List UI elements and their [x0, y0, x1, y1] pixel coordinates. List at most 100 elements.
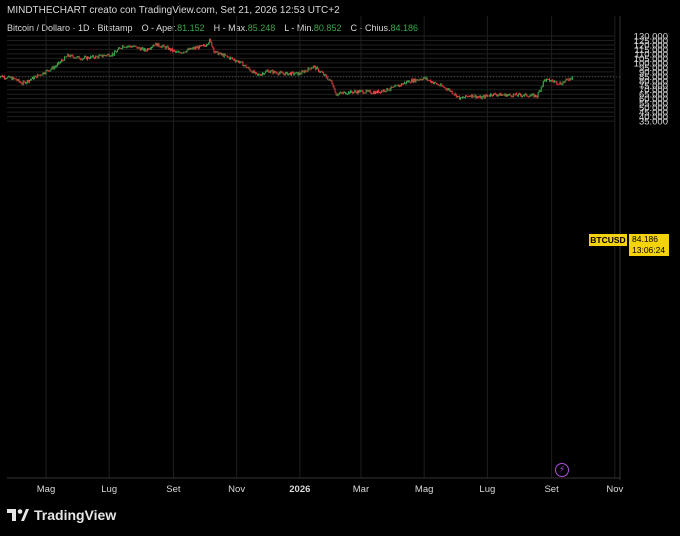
candle-body: [535, 95, 537, 97]
candle-body: [173, 50, 175, 52]
candle-body: [294, 73, 296, 75]
candle-body: [30, 78, 32, 80]
candle-body: [96, 56, 98, 57]
candle-body: [255, 72, 257, 74]
candle-body: [413, 78, 415, 83]
candle-body: [484, 95, 486, 98]
candle-body: [399, 84, 401, 86]
candle-body: [325, 74, 327, 76]
brand-name: TradingView: [34, 507, 117, 523]
candle-body: [353, 92, 355, 94]
candle-body: [302, 71, 304, 72]
candle-body: [315, 67, 317, 70]
candle-body: [470, 96, 472, 97]
candle-body: [304, 70, 306, 73]
candle-body: [367, 90, 369, 92]
candle-body: [285, 72, 287, 73]
candle-body: [428, 80, 430, 81]
candle-body: [521, 95, 523, 97]
candle-body: [286, 72, 288, 75]
candle-body: [476, 96, 478, 98]
candle-body: [425, 78, 427, 79]
tradingview-brand[interactable]: TradingView: [7, 507, 116, 523]
candle-body: [272, 70, 274, 74]
candle-body: [419, 79, 421, 81]
candle-body: [543, 79, 545, 82]
candle-body: [472, 94, 474, 98]
candle-body: [359, 90, 361, 93]
candle-body: [192, 47, 194, 49]
candle-body: [525, 93, 527, 95]
candle-body: [140, 48, 142, 51]
candle-body: [534, 95, 536, 98]
candle-body: [190, 48, 192, 50]
candle-body: [71, 54, 73, 56]
candle-body: [463, 97, 465, 99]
price-chart[interactable]: 130.000125.000120.000115.000110.000105.0…: [0, 0, 680, 536]
candle-body: [241, 61, 243, 63]
candle-body: [227, 56, 229, 58]
candle-body: [532, 94, 534, 95]
candle-body: [78, 56, 80, 59]
candle-body: [563, 81, 565, 83]
candle-body: [328, 79, 330, 81]
candle-body: [510, 95, 512, 97]
candle-body: [407, 81, 409, 83]
candle-body: [319, 71, 321, 73]
candle-body: [201, 45, 203, 47]
candle-body: [457, 95, 459, 97]
candle-body: [522, 95, 524, 97]
candle-body: [196, 46, 198, 49]
candle-body: [145, 50, 147, 52]
candle-body: [282, 73, 284, 75]
candle-body: [159, 46, 161, 48]
candle-body: [416, 79, 418, 81]
candle-body: [537, 92, 539, 97]
candle-body: [230, 57, 232, 59]
candle-body: [316, 67, 318, 69]
candle-body: [66, 56, 68, 58]
candle-body: [566, 78, 568, 80]
last-price: 84.186: [632, 234, 658, 244]
candle-body: [452, 93, 454, 95]
candle-body: [561, 84, 563, 86]
candle-body: [418, 79, 420, 81]
candle-body: [439, 85, 441, 87]
candle-body: [340, 92, 342, 94]
candle-body: [136, 46, 138, 49]
candle-body: [113, 51, 115, 55]
candle-body: [287, 73, 289, 75]
candle-body: [74, 57, 76, 59]
candle-body: [293, 72, 295, 75]
candle-body: [520, 93, 522, 96]
candle-body: [417, 79, 419, 81]
candle-body: [408, 80, 410, 83]
candle-body: [63, 60, 65, 62]
candle-body: [389, 89, 391, 91]
candle-body: [120, 47, 122, 49]
candle-body: [400, 83, 402, 86]
candle-body: [211, 41, 213, 47]
candle-body: [545, 79, 547, 82]
candle-body: [163, 45, 165, 47]
candle-body: [124, 47, 126, 48]
candle-body: [392, 86, 394, 88]
lightning-bolt-icon[interactable]: ⚡: [555, 463, 569, 477]
candle-body: [277, 73, 279, 75]
candle-body: [16, 79, 18, 81]
candle-body: [290, 72, 292, 76]
candle-body: [569, 77, 571, 81]
candle-body: [219, 52, 221, 54]
candle-body: [54, 66, 56, 68]
candle-body: [106, 54, 108, 56]
candle-body: [245, 65, 247, 68]
candle-body: [123, 45, 125, 48]
candle-body: [22, 81, 24, 85]
candle-body: [356, 91, 358, 94]
candle-body: [200, 45, 202, 47]
candle-body: [64, 56, 66, 61]
candle-body: [516, 95, 518, 97]
candle-body: [351, 90, 353, 93]
candle-body: [127, 46, 129, 48]
candle-body: [529, 95, 531, 97]
